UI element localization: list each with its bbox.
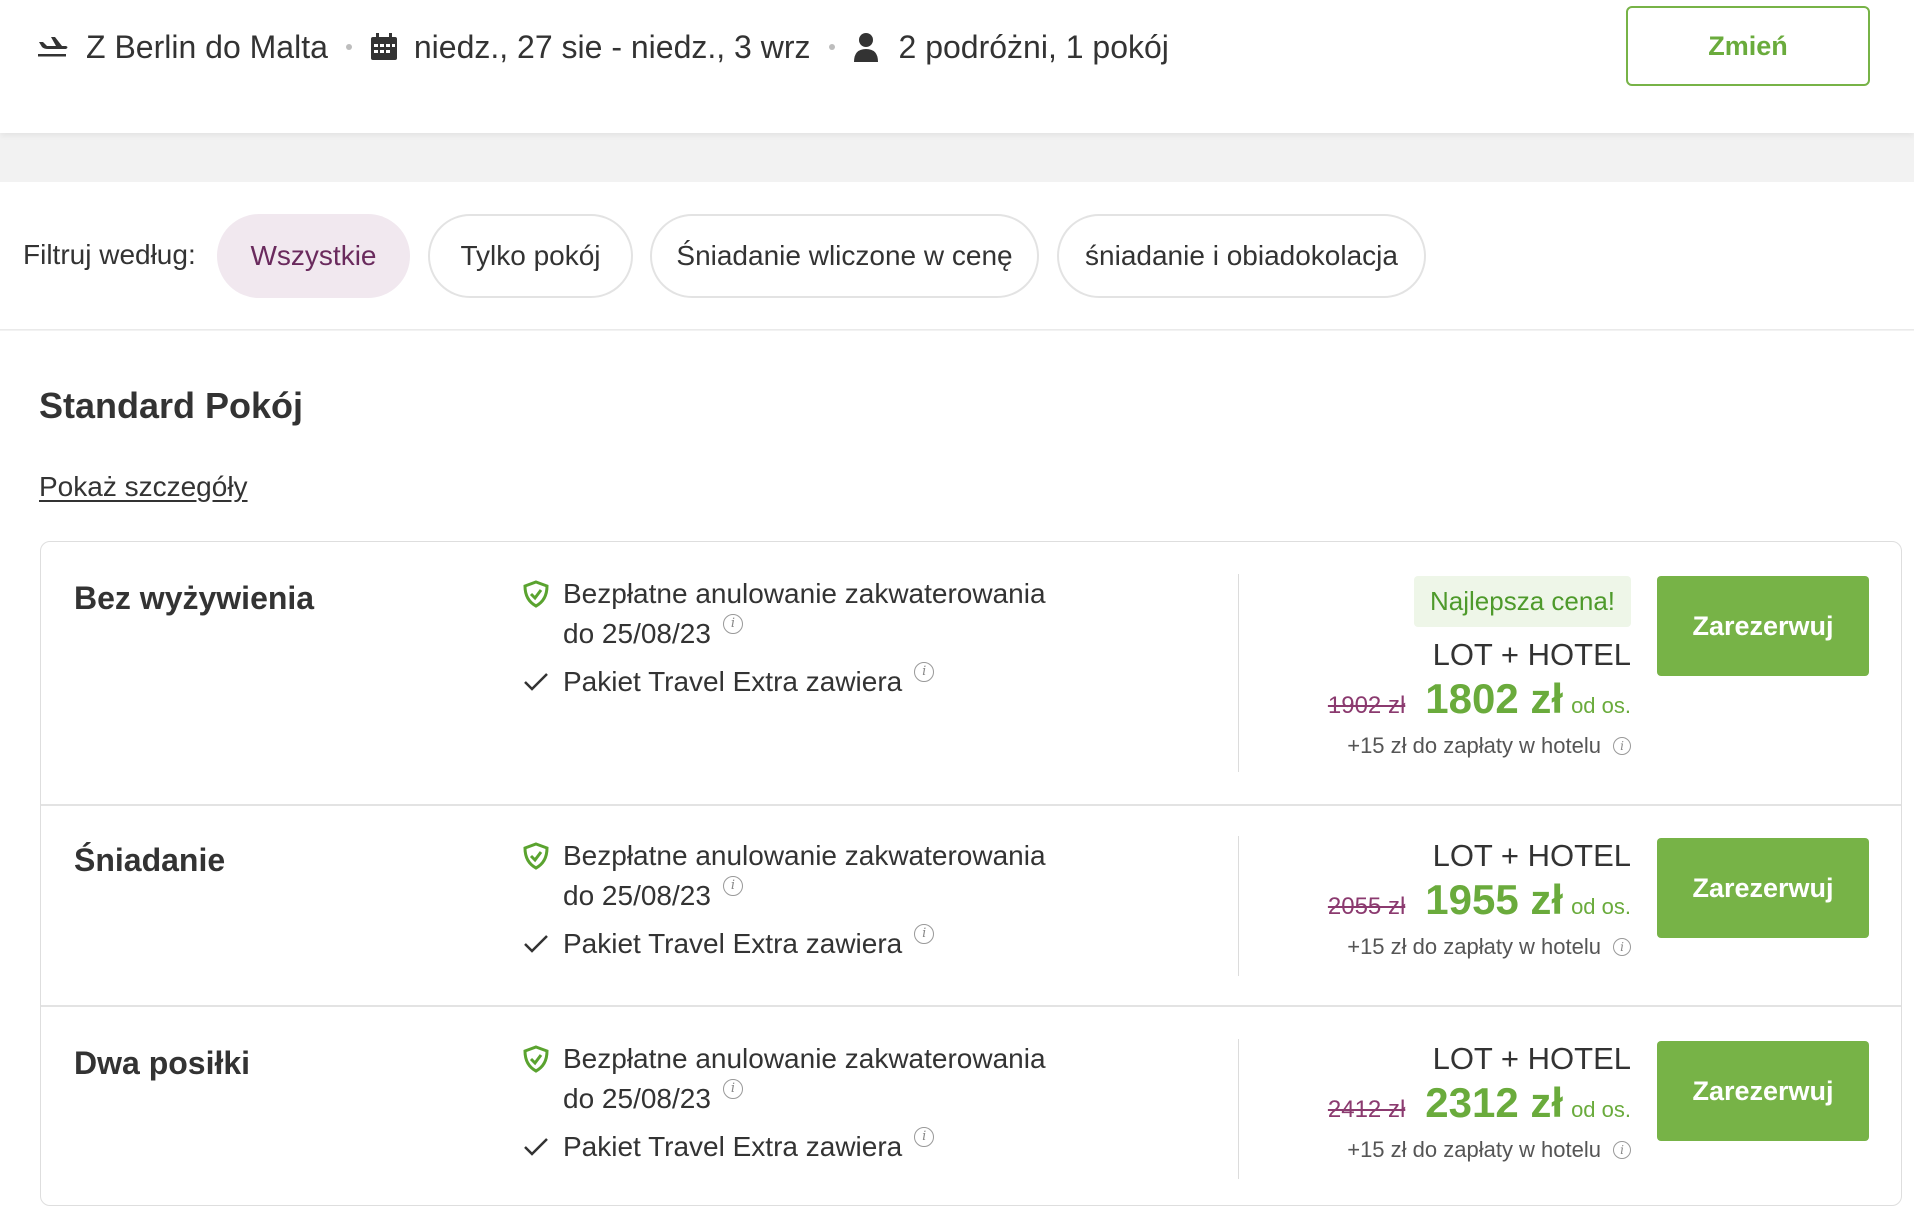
price-block: Najlepsza cena! LOT + HOTEL 1902 zł 1802… bbox=[1251, 576, 1631, 759]
check-icon bbox=[523, 1127, 563, 1167]
info-icon[interactable]: i bbox=[1613, 737, 1631, 755]
package-type: LOT + HOTEL bbox=[1432, 1041, 1631, 1076]
hotel-fee-text: +15 zł do zapłaty w hotelu bbox=[1347, 934, 1601, 959]
per-person-label: od os. bbox=[1571, 894, 1631, 919]
search-summary-bar: Z Berlin do Malta niedz., 27 sie - niedz… bbox=[0, 0, 1914, 133]
per-person-label: od os. bbox=[1571, 693, 1631, 718]
package-extras-text: Pakiet Travel Extra zawiera bbox=[563, 666, 903, 697]
shield-check-icon bbox=[523, 836, 563, 876]
hotel-fee-text: +15 zł do zapłaty w hotelu bbox=[1347, 733, 1601, 758]
offer-row: Bez wyżywienia Bezpłatne anulowanie zakw… bbox=[41, 542, 1901, 804]
board-type: Bez wyżywienia bbox=[74, 580, 315, 616]
change-search-button[interactable]: Zmień bbox=[1626, 6, 1870, 86]
old-price: 2412 zł bbox=[1327, 1096, 1406, 1123]
room-section: Standard Pokój Pokaż szczegóły Bez wyżyw… bbox=[0, 331, 1914, 1226]
info-icon[interactable]: i bbox=[1613, 938, 1631, 956]
search-summary: Z Berlin do Malta niedz., 27 sie - niedz… bbox=[36, 24, 1169, 70]
book-button[interactable]: Zarezerwuj bbox=[1657, 576, 1869, 676]
divider bbox=[1238, 574, 1239, 772]
plane-icon bbox=[36, 33, 70, 61]
price-block: LOT + HOTEL 2412 zł 2312 zł od os. +15 z… bbox=[1251, 1039, 1631, 1163]
info-icon[interactable]: i bbox=[722, 1079, 743, 1099]
dates-text: niedz., 27 sie - niedz., 3 wrz bbox=[413, 28, 811, 65]
package-extras-text: Pakiet Travel Extra zawiera bbox=[563, 928, 903, 959]
shield-check-icon bbox=[523, 1039, 563, 1079]
free-cancellation-text: Bezpłatne anulowanie zakwaterowania bbox=[563, 1043, 1046, 1074]
cancellation-date: do 25/08/23 bbox=[563, 618, 711, 649]
board-type: Śniadanie bbox=[74, 842, 226, 878]
divider bbox=[1238, 836, 1239, 976]
separator-dot bbox=[828, 44, 835, 50]
package-extras-text: Pakiet Travel Extra zawiera bbox=[563, 1131, 903, 1162]
calendar-icon bbox=[370, 33, 398, 61]
price: 1955 zł bbox=[1425, 876, 1564, 923]
separator-dot bbox=[345, 44, 352, 50]
price-block: LOT + HOTEL 2055 zł 1955 zł od os. +15 z… bbox=[1251, 836, 1631, 960]
package-type: LOT + HOTEL bbox=[1432, 838, 1631, 873]
offer-benefits: Bezpłatne anulowanie zakwaterowania do 2… bbox=[523, 1039, 1083, 1167]
info-icon[interactable]: i bbox=[722, 614, 743, 634]
offer-benefits: Bezpłatne anulowanie zakwaterowania do 2… bbox=[523, 574, 1083, 702]
price: 2312 zł bbox=[1425, 1079, 1564, 1126]
shield-check-icon bbox=[523, 574, 563, 614]
room-title: Standard Pokój bbox=[39, 385, 304, 426]
offer-row: Dwa posiłki Bezpłatne anulowanie zakwate… bbox=[41, 1005, 1901, 1207]
book-button[interactable]: Zarezerwuj bbox=[1657, 838, 1869, 938]
filter-chip-breakfast[interactable]: Śniadanie wliczone w cenę bbox=[650, 214, 1039, 298]
check-icon bbox=[523, 662, 563, 702]
filter-chip-all[interactable]: Wszystkie bbox=[217, 214, 410, 298]
offer-benefits: Bezpłatne anulowanie zakwaterowania do 2… bbox=[523, 836, 1083, 964]
info-icon[interactable]: i bbox=[914, 662, 935, 682]
show-details-link[interactable]: Pokaż szczegóły bbox=[39, 471, 248, 503]
check-icon bbox=[523, 924, 563, 964]
filter-label: Filtruj według: bbox=[23, 239, 196, 270]
filter-bar: Filtruj według: Wszystkie Tylko pokój Śn… bbox=[0, 182, 1914, 330]
filter-chip-half-board[interactable]: śniadanie i obiadokolacja bbox=[1057, 214, 1426, 298]
divider bbox=[1238, 1039, 1239, 1179]
old-price: 1902 zł bbox=[1327, 692, 1406, 719]
info-icon[interactable]: i bbox=[1613, 1141, 1631, 1159]
cancellation-date: do 25/08/23 bbox=[563, 880, 711, 911]
info-icon[interactable]: i bbox=[914, 924, 935, 944]
per-person-label: od os. bbox=[1571, 1097, 1631, 1122]
best-price-badge: Najlepsza cena! bbox=[1414, 576, 1631, 627]
offers-card: Bez wyżywienia Bezpłatne anulowanie zakw… bbox=[40, 541, 1902, 1206]
offer-row: Śniadanie Bezpłatne anulowanie zakwatero… bbox=[41, 804, 1901, 1005]
person-icon bbox=[853, 32, 879, 62]
hotel-fee-text: +15 zł do zapłaty w hotelu bbox=[1347, 1137, 1601, 1162]
board-type: Dwa posiłki bbox=[74, 1045, 251, 1081]
package-type: LOT + HOTEL bbox=[1432, 637, 1631, 672]
info-icon[interactable]: i bbox=[914, 1127, 935, 1147]
route-text: Z Berlin do Malta bbox=[86, 28, 328, 65]
free-cancellation-text: Bezpłatne anulowanie zakwaterowania bbox=[563, 578, 1046, 609]
free-cancellation-text: Bezpłatne anulowanie zakwaterowania bbox=[563, 840, 1046, 871]
travellers-text: 2 podróżni, 1 pokój bbox=[898, 28, 1169, 65]
cancellation-date: do 25/08/23 bbox=[563, 1083, 711, 1114]
filter-chip-room-only[interactable]: Tylko pokój bbox=[428, 214, 633, 298]
info-icon[interactable]: i bbox=[722, 876, 743, 896]
book-button[interactable]: Zarezerwuj bbox=[1657, 1041, 1869, 1141]
price: 1802 zł bbox=[1425, 675, 1564, 722]
old-price: 2055 zł bbox=[1327, 893, 1406, 920]
